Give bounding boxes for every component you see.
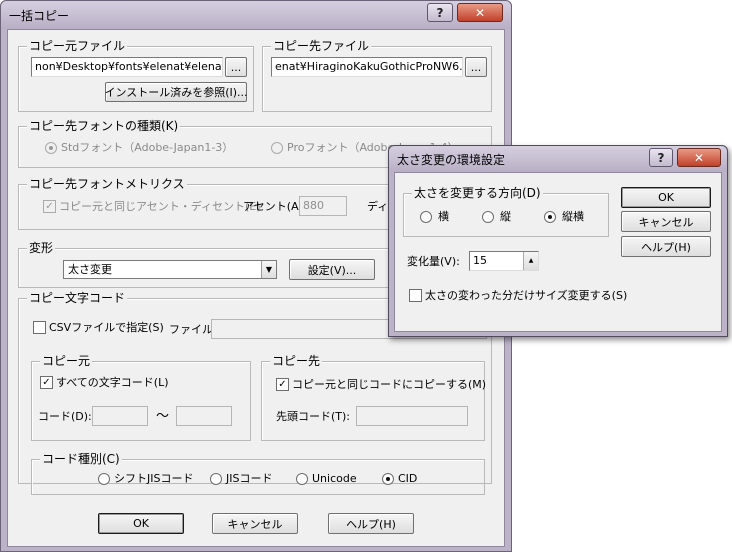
code-type-group: コード種別(C) シフトJISコード JISコード Unicode CID (31, 452, 485, 495)
help-caption-button[interactable]: ? (427, 3, 453, 22)
weight-cancel-button[interactable]: キャンセル (621, 211, 711, 232)
same-code-label: コピー元と同じコードにコピーする(M) (292, 378, 487, 391)
copy-dest-group: コピー先 ✓ コピー元と同じコードにコピーする(M) 先頭コード(T): (261, 354, 487, 441)
code-type-unicode-label: Unicode (312, 472, 357, 485)
direction-horizontal-label: 横 (438, 210, 449, 223)
start-code-label: 先頭コード(T): (276, 410, 351, 423)
weight-title-bar[interactable]: 太さ変更の環境設定 ? ✕ (389, 146, 727, 172)
source-file-group-title: コピー元ファイル (27, 39, 128, 53)
change-amount-value: 15 (473, 254, 487, 267)
dest-file-path-field[interactable]: enat¥HiraginoKakuGothicProNW6.otf (271, 57, 463, 77)
transform-settings-button[interactable]: 設定(V)... (289, 259, 375, 280)
ascent-field[interactable]: 880 (299, 196, 347, 216)
change-amount-field[interactable]: 15 ▲ ▼ (469, 251, 539, 271)
direction-vertical-label: 縦 (500, 210, 511, 223)
transform-selected-value: 太さ変更 (68, 263, 112, 276)
transform-group-title: 変形 (27, 241, 56, 255)
same-ascent-checkbox[interactable]: ✓ (43, 200, 56, 213)
code-type-jis-label: JISコード (226, 472, 273, 485)
help-button[interactable]: ヘルプ(H) (328, 513, 414, 534)
weight-close-button[interactable]: ✕ (677, 148, 721, 167)
weight-dialog-title: 太さ変更の環境設定 (397, 153, 506, 167)
source-browse-button[interactable]: ... (225, 57, 247, 77)
source-file-path-field[interactable]: non¥Desktop¥fonts¥elenat¥elenat.otf (31, 57, 223, 77)
change-amount-spinner[interactable]: ▲ ▼ (523, 252, 538, 270)
weight-client-area: 太さを変更する方向(D) 横 縦 縦横 OK キャンセル ヘルプ(H) 変化量(… (394, 172, 722, 332)
weight-ok-button[interactable]: OK (621, 187, 711, 208)
direction-group-title: 太さを変更する方向(D) (412, 186, 543, 200)
installed-browse-button[interactable]: インストール済みを参照(I)... (104, 82, 248, 102)
copy-code-group-title: コピー文字コード (27, 291, 128, 305)
cancel-button[interactable]: キャンセル (212, 513, 298, 534)
metrics-group-title: コピー先フォントメトリクス (27, 177, 187, 191)
spin-up-icon[interactable]: ▲ (529, 252, 534, 270)
std-font-label: Stdフォント（Adobe-Japan1-3） (61, 141, 234, 154)
code-type-sjis-label: シフトJISコード (114, 472, 194, 485)
code-type-group-title: コード種別(C) (40, 452, 122, 466)
font-type-group-title: コピー先フォントの種類(K) (27, 119, 181, 133)
copy-source-group: コピー元 ✓ すべての文字コード(L) コード(D): ～ (31, 354, 251, 441)
code-range-label: コード(D): (38, 410, 92, 423)
direction-group: 太さを変更する方向(D) 横 縦 縦横 (403, 186, 609, 237)
copy-source-group-title: コピー元 (40, 354, 93, 368)
csv-checkbox[interactable] (33, 321, 46, 334)
chevron-down-icon[interactable]: ▼ (261, 261, 276, 278)
code-type-unicode-radio[interactable] (296, 473, 308, 485)
spin-down-icon[interactable]: ▼ (529, 270, 534, 271)
title-bar[interactable]: 一括コピー ? ✕ (1, 1, 511, 29)
weight-help-caption-button[interactable]: ? (649, 148, 673, 167)
start-code-field[interactable] (356, 406, 468, 426)
code-type-jis-radio[interactable] (210, 473, 222, 485)
copy-dest-group-title: コピー先 (270, 354, 323, 368)
std-font-radio[interactable] (45, 142, 57, 154)
resize-label: 太さの変わった分だけサイズ変更する(S) (425, 289, 628, 302)
direction-vertical-radio[interactable] (482, 211, 494, 223)
dest-browse-button[interactable]: ... (465, 57, 487, 77)
source-file-group: コピー元ファイル non¥Desktop¥fonts¥elenat¥elenat… (18, 39, 254, 112)
close-button[interactable]: ✕ (457, 3, 503, 22)
same-code-checkbox[interactable]: ✓ (276, 378, 289, 391)
change-amount-label: 変化量(V): (407, 255, 460, 268)
dest-file-group: コピー先ファイル enat¥HiraginoKakuGothicProNW6.o… (262, 39, 492, 112)
direction-both-radio[interactable] (544, 211, 556, 223)
all-codes-label: すべての文字コード(L) (56, 376, 169, 389)
dest-file-group-title: コピー先ファイル (271, 39, 372, 53)
code-type-sjis-radio[interactable] (98, 473, 110, 485)
dialog-title: 一括コピー (9, 9, 70, 23)
ascent-label: アセント(A): (243, 200, 307, 213)
all-codes-checkbox[interactable]: ✓ (40, 376, 53, 389)
range-tilde: ～ (156, 409, 170, 424)
code-to-field[interactable] (176, 406, 232, 426)
code-from-field[interactable] (92, 406, 148, 426)
same-ascent-label: コピー元と同じアセント・ディセント(E) (59, 200, 261, 213)
direction-horizontal-radio[interactable] (420, 211, 432, 223)
code-type-cid-label: CID (398, 472, 418, 485)
csv-label: CSVファイルで指定(S) (49, 321, 164, 334)
ok-button[interactable]: OK (98, 513, 184, 534)
file-label: ファイル: (169, 323, 217, 336)
pro-font-radio[interactable] (271, 142, 283, 154)
weight-help-button[interactable]: ヘルプ(H) (621, 236, 711, 257)
code-type-cid-radio[interactable] (382, 473, 394, 485)
weight-settings-dialog: 太さ変更の環境設定 ? ✕ 太さを変更する方向(D) 横 縦 縦横 OK キャン… (388, 145, 728, 337)
resize-checkbox[interactable] (409, 289, 422, 302)
transform-select[interactable]: 太さ変更 ▼ (63, 260, 277, 279)
direction-both-label: 縦横 (562, 210, 584, 223)
